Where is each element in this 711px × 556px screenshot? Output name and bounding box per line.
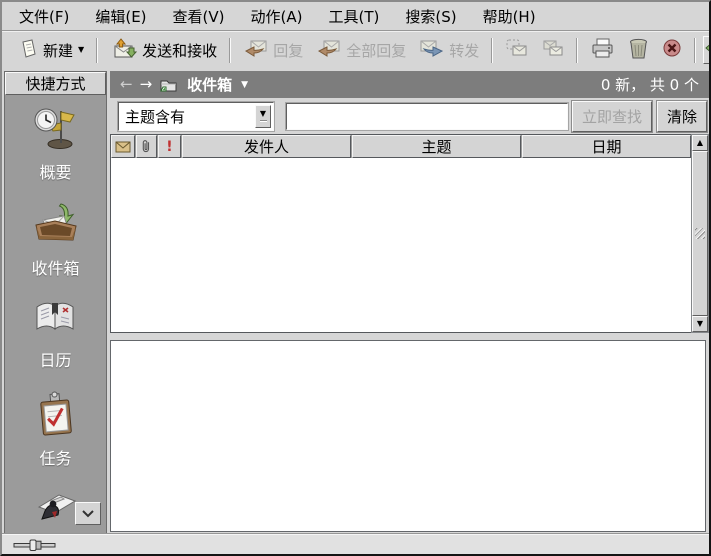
search-bar: 主题含有 ▼ 立即查找 清除 xyxy=(110,98,709,134)
contacts-icon xyxy=(31,485,81,533)
column-date[interactable]: 日期 xyxy=(522,135,691,158)
reply-all-button[interactable]: 全部回复 xyxy=(310,34,412,67)
message-list-region: ! 发件人 主题 日期 ▲ ▼ xyxy=(110,134,709,333)
toolbar-separator xyxy=(229,38,231,63)
menu-view[interactable]: 查看(V) xyxy=(160,4,238,29)
search-input[interactable] xyxy=(286,103,568,130)
new-note-icon xyxy=(19,38,38,63)
evolution-window: 文件(F) 编辑(E) 查看(V) 动作(A) 工具(T) 搜索(S) 帮助(H… xyxy=(0,0,711,556)
toolbar: 新建 ▼ 发送和接收 xyxy=(2,31,709,69)
combo-dropdown-icon[interactable]: ▼ xyxy=(255,105,271,128)
folder-back-icon[interactable]: ← xyxy=(120,77,133,92)
message-status-icon xyxy=(115,141,131,153)
print-icon xyxy=(590,37,615,63)
summary-icon xyxy=(32,105,80,155)
column-message-status[interactable] xyxy=(111,135,135,158)
calendar-icon xyxy=(31,295,81,343)
menu-file[interactable]: 文件(F) xyxy=(6,4,82,29)
nav-back-button[interactable] xyxy=(703,36,711,64)
reply-all-label: 全部回复 xyxy=(346,40,406,61)
folder-bar: ← → 收件箱 ▼ 0 新， 共 0 个 xyxy=(110,71,709,98)
reply-button[interactable]: 回复 xyxy=(237,34,309,67)
status-bar xyxy=(2,534,709,554)
online-status-icon[interactable] xyxy=(12,538,74,552)
pane-splitter[interactable] xyxy=(110,333,709,340)
new-dropdown-icon[interactable]: ▼ xyxy=(78,46,84,54)
sidebar-item-label: 任务 xyxy=(39,445,71,469)
tasks-icon xyxy=(33,391,79,441)
search-criteria-value: 主题含有 xyxy=(119,106,255,127)
attachment-icon xyxy=(142,139,151,154)
menu-actions[interactable]: 动作(A) xyxy=(238,4,316,29)
folder-dropdown-icon[interactable]: ▼ xyxy=(241,80,248,90)
main-area: 快捷方式 概要 xyxy=(2,69,709,534)
folder-message-count: 0 新， 共 0 个 xyxy=(601,74,699,95)
send-receive-label: 发送和接收 xyxy=(142,40,217,61)
forward-button[interactable]: 转发 xyxy=(413,34,485,67)
column-subject[interactable]: 主题 xyxy=(352,135,521,158)
shortcut-list: 概要 收件箱 xyxy=(5,95,106,533)
clear-search-button[interactable]: 清除 xyxy=(657,101,707,132)
scrollbar-grip xyxy=(695,228,705,239)
toolbar-separator xyxy=(96,38,98,63)
column-attachment[interactable] xyxy=(136,135,157,158)
shortcut-bar: 快捷方式 概要 xyxy=(4,71,107,534)
new-button[interactable]: 新建 ▼ xyxy=(13,34,90,67)
scrollbar-thumb[interactable] xyxy=(692,151,708,316)
copy-to-folder-button[interactable] xyxy=(535,34,570,66)
inbox-icon xyxy=(31,199,81,251)
toolbar-separator xyxy=(576,38,578,63)
cancel-button[interactable] xyxy=(656,34,688,66)
sidebar-item-label: 概要 xyxy=(39,159,71,183)
content-area: ← → 收件箱 ▼ 0 新， 共 0 个 主题含有 xyxy=(110,71,709,534)
send-receive-button[interactable]: 发送和接收 xyxy=(104,32,223,68)
trash-icon xyxy=(628,37,649,64)
move-to-folder-icon xyxy=(505,38,528,62)
forward-icon xyxy=(419,38,444,63)
find-now-button[interactable]: 立即查找 xyxy=(572,101,652,132)
new-button-label: 新建 xyxy=(43,40,73,61)
reply-icon xyxy=(243,38,268,63)
toolbar-separator xyxy=(491,38,493,63)
sidebar-item-label: 日历 xyxy=(39,347,71,371)
reply-all-icon xyxy=(316,38,341,63)
search-criteria-select[interactable]: 主题含有 ▼ xyxy=(118,102,274,131)
move-to-folder-button[interactable] xyxy=(499,34,534,66)
column-priority[interactable]: ! xyxy=(158,135,181,158)
menu-help[interactable]: 帮助(H) xyxy=(470,4,549,29)
shortcut-scroll-down-button[interactable] xyxy=(75,502,101,525)
message-list-panel: ! 发件人 主题 日期 xyxy=(110,134,691,333)
column-sender[interactable]: 发件人 xyxy=(182,135,351,158)
sidebar-item-calendar[interactable]: 日历 xyxy=(5,295,106,371)
current-folder-name[interactable]: 收件箱 xyxy=(187,74,232,95)
send-receive-icon xyxy=(110,36,137,64)
stop-icon xyxy=(662,38,682,62)
message-list-body[interactable] xyxy=(111,158,691,332)
toolbar-separator xyxy=(694,38,696,63)
menu-edit[interactable]: 编辑(E) xyxy=(82,4,159,29)
sidebar-item-label: 收件箱 xyxy=(31,255,79,279)
menu-search[interactable]: 搜索(S) xyxy=(392,4,469,29)
folder-forward-icon[interactable]: → xyxy=(140,77,153,92)
folder-icon xyxy=(159,77,178,93)
message-list-scrollbar[interactable]: ▲ ▼ xyxy=(691,134,709,333)
priority-icon: ! xyxy=(166,139,172,155)
menu-bar: 文件(F) 编辑(E) 查看(V) 动作(A) 工具(T) 搜索(S) 帮助(H… xyxy=(2,2,709,31)
chevron-down-icon xyxy=(82,510,94,518)
forward-label: 转发 xyxy=(449,40,479,61)
sidebar-item-tasks[interactable]: 任务 xyxy=(5,391,106,469)
shortcut-bar-header-button[interactable]: 快捷方式 xyxy=(5,72,106,95)
back-arrow-icon xyxy=(704,39,711,61)
preview-pane[interactable] xyxy=(110,340,706,532)
reply-label: 回复 xyxy=(273,40,303,61)
message-list-header: ! 发件人 主题 日期 xyxy=(111,135,691,158)
scroll-up-icon[interactable]: ▲ xyxy=(692,135,708,151)
sidebar-item-inbox[interactable]: 收件箱 xyxy=(5,199,106,279)
copy-to-folder-icon xyxy=(541,38,564,62)
delete-button[interactable] xyxy=(622,33,655,68)
menu-tools[interactable]: 工具(T) xyxy=(315,4,392,29)
print-button[interactable] xyxy=(584,33,621,67)
scroll-down-icon[interactable]: ▼ xyxy=(692,316,708,332)
sidebar-item-summary[interactable]: 概要 xyxy=(5,105,106,183)
